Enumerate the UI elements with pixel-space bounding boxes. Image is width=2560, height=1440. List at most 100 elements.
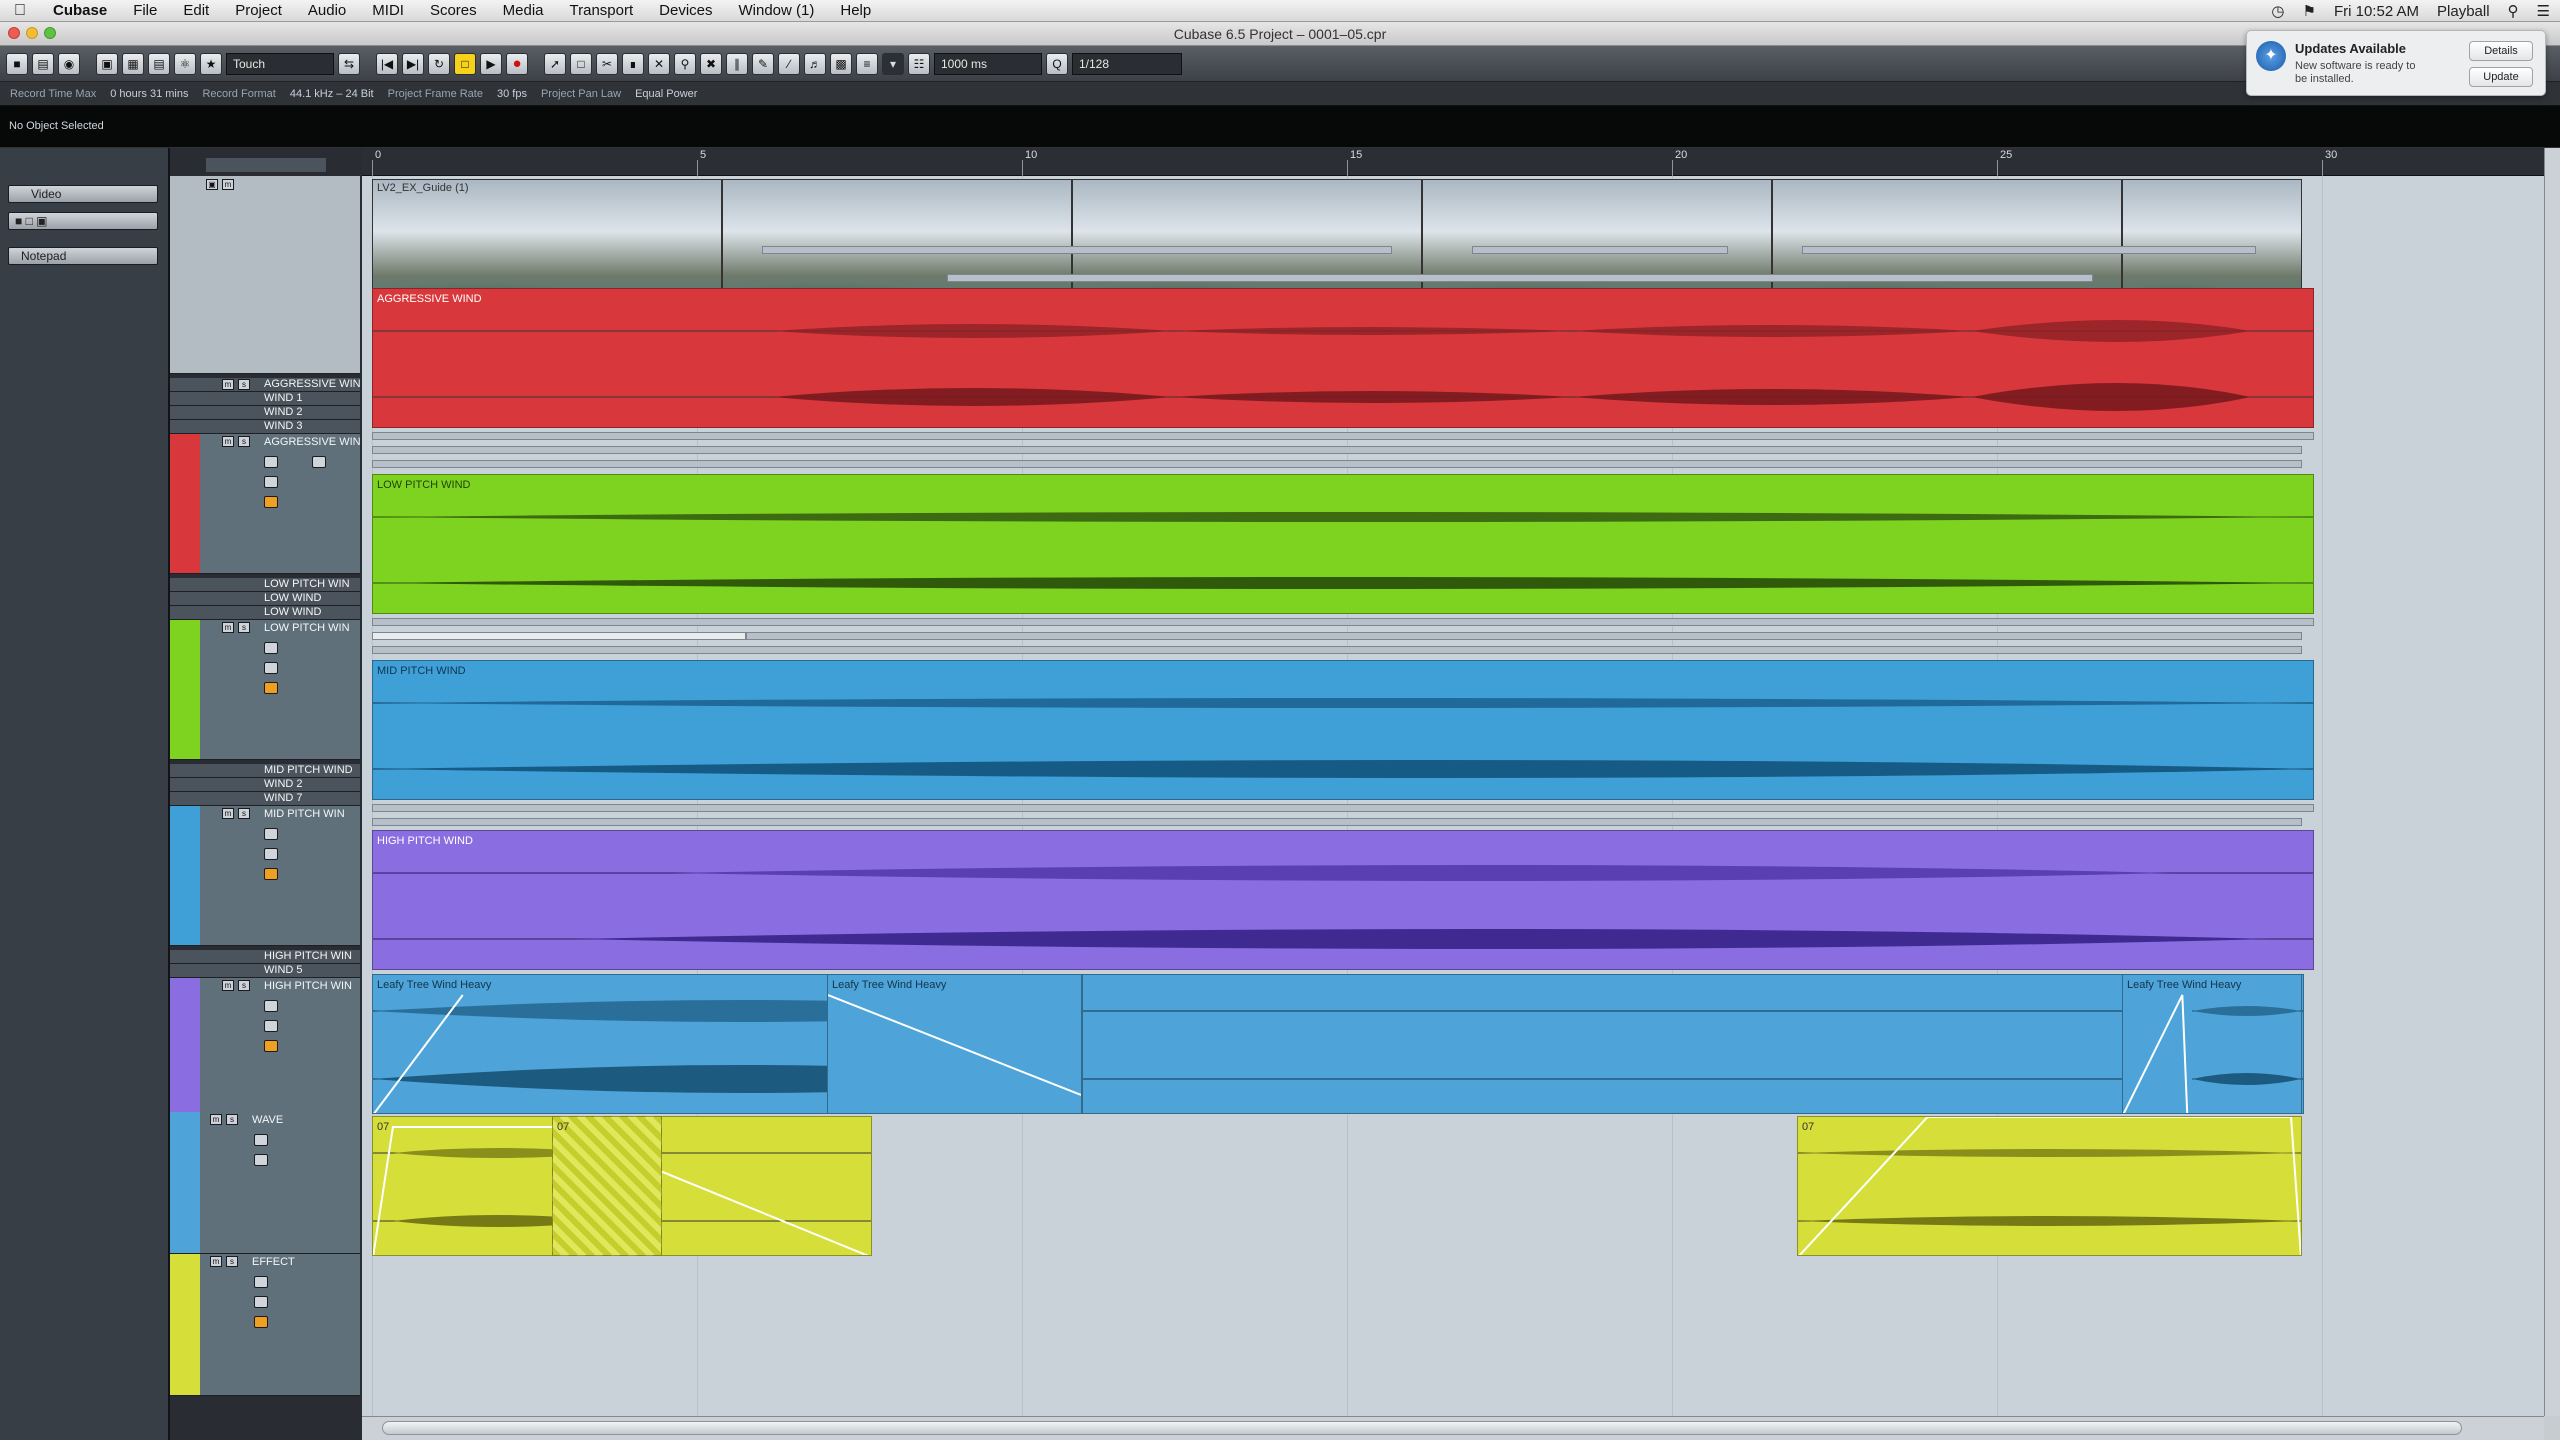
monitor-button[interactable]	[264, 456, 278, 468]
pan-law-value[interactable]: Equal Power	[635, 88, 697, 100]
monitor-button[interactable]	[264, 642, 278, 654]
mute-button[interactable]: m	[210, 1114, 222, 1125]
mute-tool-icon[interactable]: ✖	[700, 52, 722, 75]
mute-button[interactable]: m	[222, 379, 234, 390]
object-selection-tool-icon[interactable]: ➚	[544, 52, 566, 75]
track-aggressive-folder[interactable]: m s AGGRESSIVE WIND	[170, 378, 360, 392]
menu-help[interactable]: Help	[827, 2, 884, 19]
horizontal-scrollbar[interactable]	[362, 1416, 2544, 1440]
lane-event[interactable]	[372, 804, 2314, 812]
menu-devices[interactable]: Devices	[646, 2, 725, 19]
lane-event[interactable]	[372, 646, 2302, 654]
record-button[interactable]: ●	[506, 52, 528, 75]
track-aggressive-wind[interactable]: m s AGGRESSIVE WIN	[170, 434, 360, 574]
event-display[interactable]: LV2_EX_Guide (1) AGGRESSIVE WIND LOW PIT…	[362, 176, 2544, 1416]
range-selection-tool-icon[interactable]: □	[570, 52, 592, 75]
track-high-pitch-folder[interactable]: HIGH PITCH WIN	[170, 950, 360, 964]
lane-event[interactable]	[372, 818, 2302, 826]
lock-button[interactable]	[264, 682, 278, 694]
lock-button[interactable]	[264, 1040, 278, 1052]
audio-event-high-pitch-wind[interactable]: HIGH PITCH WIND	[372, 830, 2314, 970]
track-high-pitch-wind[interactable]: m s HIGH PITCH WIN	[170, 978, 360, 1118]
edit-channel-button[interactable]	[254, 1154, 268, 1166]
line-tool-icon[interactable]: ∕	[778, 52, 800, 75]
audio-event-leafy-tree-wind-3[interactable]: Leafy Tree Wind Heavy	[2122, 974, 2302, 1114]
timeline-ruler[interactable]: 0 5 10 15 20 25 30	[362, 148, 2560, 176]
cycle-button[interactable]: ↻	[428, 52, 450, 75]
lock-button[interactable]	[264, 868, 278, 880]
lane-event[interactable]	[947, 274, 2093, 282]
track-mid-wind-2[interactable]: WIND 2	[170, 778, 360, 792]
solo-button[interactable]: s	[238, 622, 250, 633]
record-format-value[interactable]: 44.1 kHz – 24 Bit	[290, 88, 374, 100]
menu-window[interactable]: Window (1)	[726, 2, 828, 19]
track-wind-3[interactable]: WIND 3	[170, 420, 360, 434]
track-effect[interactable]: m s EFFECT	[170, 1254, 360, 1396]
quantize-icon[interactable]: Q	[1046, 52, 1068, 75]
mute-button[interactable]: m	[210, 1256, 222, 1267]
solo-button[interactable]: s	[238, 436, 250, 447]
mixer-button[interactable]: ★	[200, 52, 222, 75]
track-mid-pitch-folder[interactable]: MID PITCH WIND	[170, 764, 360, 778]
flag-icon[interactable]: ⚑	[2303, 2, 2316, 20]
quantize-preset-select[interactable]: 1/128	[1072, 52, 1182, 75]
track-low-pitch-folder[interactable]: LOW PITCH WIN	[170, 578, 360, 592]
audio-event-mid-pitch-wind[interactable]: MID PITCH WIND	[372, 660, 2314, 800]
inspector-video-section[interactable]: Video	[8, 185, 158, 203]
track-low-pitch-wind[interactable]: m s LOW PITCH WIN	[170, 620, 360, 760]
menu-audio[interactable]: Audio	[295, 2, 359, 19]
track-list-toolbar[interactable]	[206, 158, 326, 172]
edit-channel-button[interactable]	[264, 848, 278, 860]
apple-menu-icon[interactable]: 	[0, 2, 40, 20]
vertical-scrollbar[interactable]	[2544, 148, 2560, 1416]
activate-project-button[interactable]: ■	[6, 52, 28, 75]
track-high-wind-5[interactable]: WIND 5	[170, 964, 360, 978]
time-warp-tool-icon[interactable]: ∥	[726, 52, 748, 75]
menu-midi[interactable]: MIDI	[359, 2, 417, 19]
draw-tool-icon[interactable]: ✎	[752, 52, 774, 75]
details-button[interactable]: Details	[2469, 41, 2533, 61]
track-low-wind-b[interactable]: LOW WIND	[170, 606, 360, 620]
lane-event[interactable]	[762, 246, 1392, 254]
solo-button[interactable]: s	[238, 980, 250, 991]
monitor-button[interactable]	[264, 828, 278, 840]
show-pool-button[interactable]: ⚛	[174, 52, 196, 75]
track-wave[interactable]: m s WAVE	[170, 1112, 360, 1254]
menu-media[interactable]: Media	[490, 2, 557, 19]
lane-event[interactable]	[372, 618, 2314, 626]
time-machine-icon[interactable]: ◷	[2271, 2, 2284, 20]
go-to-end-button[interactable]: ▶|	[402, 52, 424, 75]
constrain-delay-button[interactable]: ◉	[58, 52, 80, 75]
monitor-button[interactable]	[254, 1276, 268, 1288]
mute-button[interactable]: m	[222, 980, 234, 991]
audio-event-effect-07-c[interactable]: 07	[1797, 1116, 2302, 1256]
lane-event[interactable]	[372, 432, 2314, 440]
user-name[interactable]: Playball	[2437, 3, 2490, 20]
edit-channel-button[interactable]	[254, 1296, 268, 1308]
play-button[interactable]: ▶	[480, 52, 502, 75]
split-tool-icon[interactable]: ✂	[596, 52, 618, 75]
show-overview-button[interactable]: ▤	[148, 52, 170, 75]
glue-tool-icon[interactable]: ∎	[622, 52, 644, 75]
menu-project[interactable]: Project	[222, 2, 295, 19]
lane-event[interactable]	[1472, 246, 1728, 254]
show-inspector-button[interactable]: ▦	[122, 52, 144, 75]
edit-channel-button[interactable]	[264, 476, 278, 488]
snap-type-select[interactable]: ▾	[882, 52, 904, 75]
play-tool-icon[interactable]: ♬	[804, 52, 826, 75]
solo-button[interactable]: s	[226, 1114, 238, 1125]
inspector-notepad-section[interactable]: Notepad	[8, 247, 158, 265]
clock[interactable]: Fri 10:52 AM	[2334, 3, 2419, 20]
solo-button[interactable]: s	[238, 808, 250, 819]
lane-event[interactable]	[1802, 246, 2256, 254]
inspector-video-options[interactable]: ■ □ ▣	[8, 212, 158, 230]
spotlight-icon[interactable]: ⚲	[2508, 2, 2519, 20]
go-to-start-button[interactable]: |◀	[376, 52, 398, 75]
mute-button[interactable]: m	[222, 622, 234, 633]
audio-event-aggressive-wind[interactable]: AGGRESSIVE WIND	[372, 288, 2314, 428]
erase-tool-icon[interactable]: ✕	[648, 52, 670, 75]
track-video[interactable]: ▣ m	[170, 176, 360, 374]
grid-type-button[interactable]: ☷	[908, 52, 930, 75]
menu-scores[interactable]: Scores	[417, 2, 490, 19]
menu-edit[interactable]: Edit	[170, 2, 222, 19]
